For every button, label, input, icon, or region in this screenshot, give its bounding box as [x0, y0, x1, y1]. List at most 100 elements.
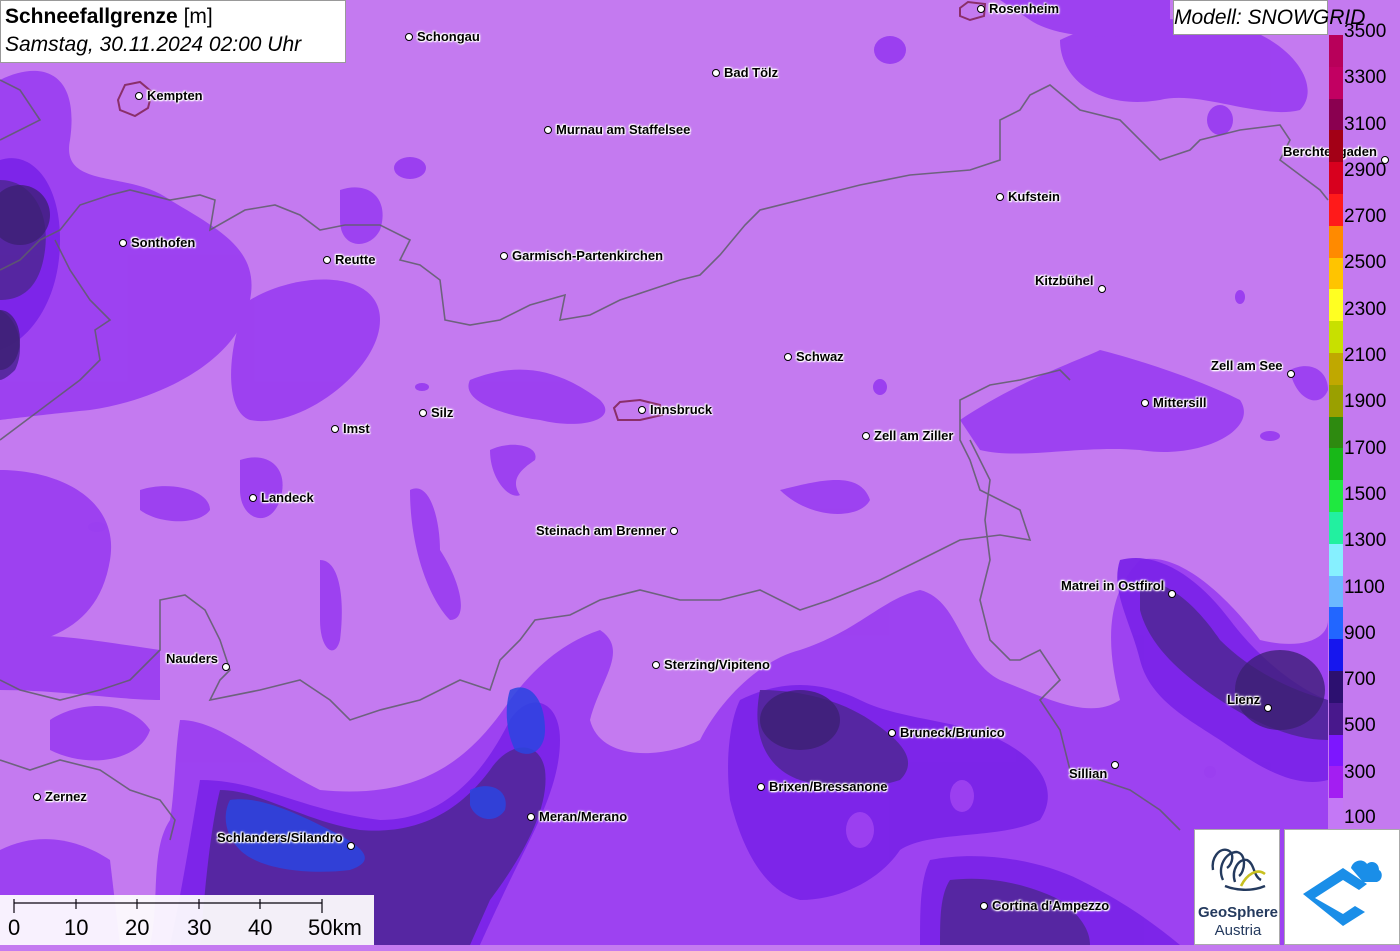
city-label: Bad Tölz [724, 65, 779, 80]
city-marker[interactable] [757, 783, 765, 791]
city-marker[interactable] [405, 33, 413, 41]
legend-label: 1900 [1344, 391, 1387, 412]
legend-label: 2500 [1344, 252, 1387, 273]
city-marker[interactable] [527, 813, 535, 821]
legend-swatch [1329, 702, 1343, 736]
city-marker[interactable] [347, 842, 355, 850]
cloud-house-icon [1303, 860, 1382, 926]
legend-label: 1700 [1344, 438, 1387, 459]
geosphere-swirl-icon [1211, 848, 1266, 891]
geosphere-logo-line1: GeoSphere [1197, 904, 1279, 921]
city-marker[interactable] [1264, 704, 1272, 712]
legend-swatch [1329, 162, 1343, 195]
geosphere-logo[interactable]: GeoSphere Austria [1194, 829, 1280, 945]
legend-swatch [1329, 480, 1343, 513]
city-label: Sterzing/Vipiteno [664, 657, 770, 672]
city-label: Cortina d'Ampezzo [992, 898, 1110, 913]
legend-swatch [1329, 98, 1343, 131]
legend-swatch [1329, 798, 1343, 831]
city-label: Mittersill [1153, 395, 1207, 410]
city-label: Garmisch-Partenkirchen [512, 248, 664, 263]
city-label: Landeck [261, 490, 314, 505]
legend-swatch [1329, 512, 1343, 545]
city-marker[interactable] [996, 193, 1004, 201]
city-marker[interactable] [1098, 285, 1106, 293]
legend-swatch [1329, 766, 1343, 799]
legend-label: 2700 [1344, 206, 1387, 227]
legend-swatch [1329, 225, 1343, 259]
scale-label: 0 [8, 915, 21, 940]
city-marker[interactable] [980, 902, 988, 910]
city-marker[interactable] [419, 409, 427, 417]
city-marker[interactable] [323, 256, 331, 264]
city-marker[interactable] [544, 126, 552, 134]
legend-label: 1500 [1344, 484, 1387, 505]
map-title-main: Schneefallgrenze [5, 5, 178, 28]
snowline-map[interactable] [0, 0, 1400, 945]
city-label: Sonthofen [131, 235, 196, 250]
city-marker[interactable] [888, 729, 896, 737]
legend-swatch [1329, 416, 1343, 449]
legend-swatch [1329, 639, 1343, 672]
city-label: Nauders [166, 651, 219, 666]
scale-label: 40 [248, 915, 273, 940]
city-marker[interactable] [222, 663, 230, 671]
city-marker[interactable] [1287, 370, 1295, 378]
city-marker[interactable] [652, 661, 660, 669]
legend-label: 500 [1344, 715, 1376, 736]
city-marker[interactable] [670, 527, 678, 535]
city-marker[interactable] [784, 353, 792, 361]
legend-swatch [1329, 384, 1343, 418]
legend-swatch [1329, 321, 1343, 354]
legend-swatch [1329, 257, 1343, 290]
city-marker[interactable] [1168, 590, 1176, 598]
legend-swatch [1329, 734, 1343, 767]
color-legend: 3500 3300 3100 2900 2700 2500 2300 2100 1900 1700… [1328, 22, 1400, 831]
city-marker[interactable] [33, 793, 41, 801]
city-marker[interactable] [249, 494, 257, 502]
city-marker[interactable] [1141, 399, 1149, 407]
city-label: Kitzbühel [1035, 273, 1094, 288]
scale-label: 30 [187, 915, 212, 940]
scale-label: 50km [308, 915, 362, 940]
city-marker[interactable] [977, 5, 985, 13]
map-datetime: Samstag, 30.11.2024 02:00 Uhr [5, 33, 302, 56]
map-title: Schneefallgrenze [m] [5, 3, 341, 31]
city-marker[interactable] [638, 406, 646, 414]
city-label: Innsbruck [650, 402, 713, 417]
city-label: Brixen/Bressanone [769, 779, 888, 794]
legend-label: 2100 [1344, 345, 1387, 366]
legend-label: 2300 [1344, 299, 1387, 320]
city-label: Sillian [1069, 766, 1108, 781]
scale-label: 10 [64, 915, 89, 940]
legend-swatch [1329, 543, 1343, 577]
legend-swatch [1329, 353, 1343, 386]
legend-label: 1300 [1344, 530, 1387, 551]
city-marker[interactable] [331, 425, 339, 433]
scale-label: 20 [125, 915, 150, 940]
city-marker[interactable] [135, 92, 143, 100]
legend-swatch [1329, 289, 1343, 322]
city-label: Meran/Merano [539, 809, 628, 824]
city-label: Schlanders/Silandro [217, 830, 343, 845]
city-label: Murnau am Staffelsee [556, 122, 691, 137]
legend-color-bar [1329, 35, 1343, 831]
city-label: Steinach am Brenner [536, 523, 667, 538]
legend-label: 1100 [1344, 577, 1385, 598]
weather-app-logo[interactable] [1284, 829, 1400, 945]
legend-swatch [1329, 671, 1343, 704]
legend-swatch [1329, 194, 1343, 227]
city-marker[interactable] [119, 239, 127, 247]
geosphere-logo-line2: Austria [1214, 922, 1262, 939]
legend-swatch [1329, 448, 1343, 481]
city-marker[interactable] [500, 252, 508, 260]
city-marker[interactable] [862, 432, 870, 440]
city-label: Matrei in Ostfirol [1061, 578, 1165, 593]
legend-label: 300 [1344, 762, 1376, 783]
city-marker[interactable] [1111, 761, 1119, 769]
city-marker[interactable] [712, 69, 720, 77]
legend-label: 3300 [1344, 67, 1387, 88]
city-label: Lienz [1227, 692, 1261, 707]
city-label: Schwaz [796, 349, 844, 364]
model-label: Modell: SNOWGRID [1173, 0, 1365, 35]
